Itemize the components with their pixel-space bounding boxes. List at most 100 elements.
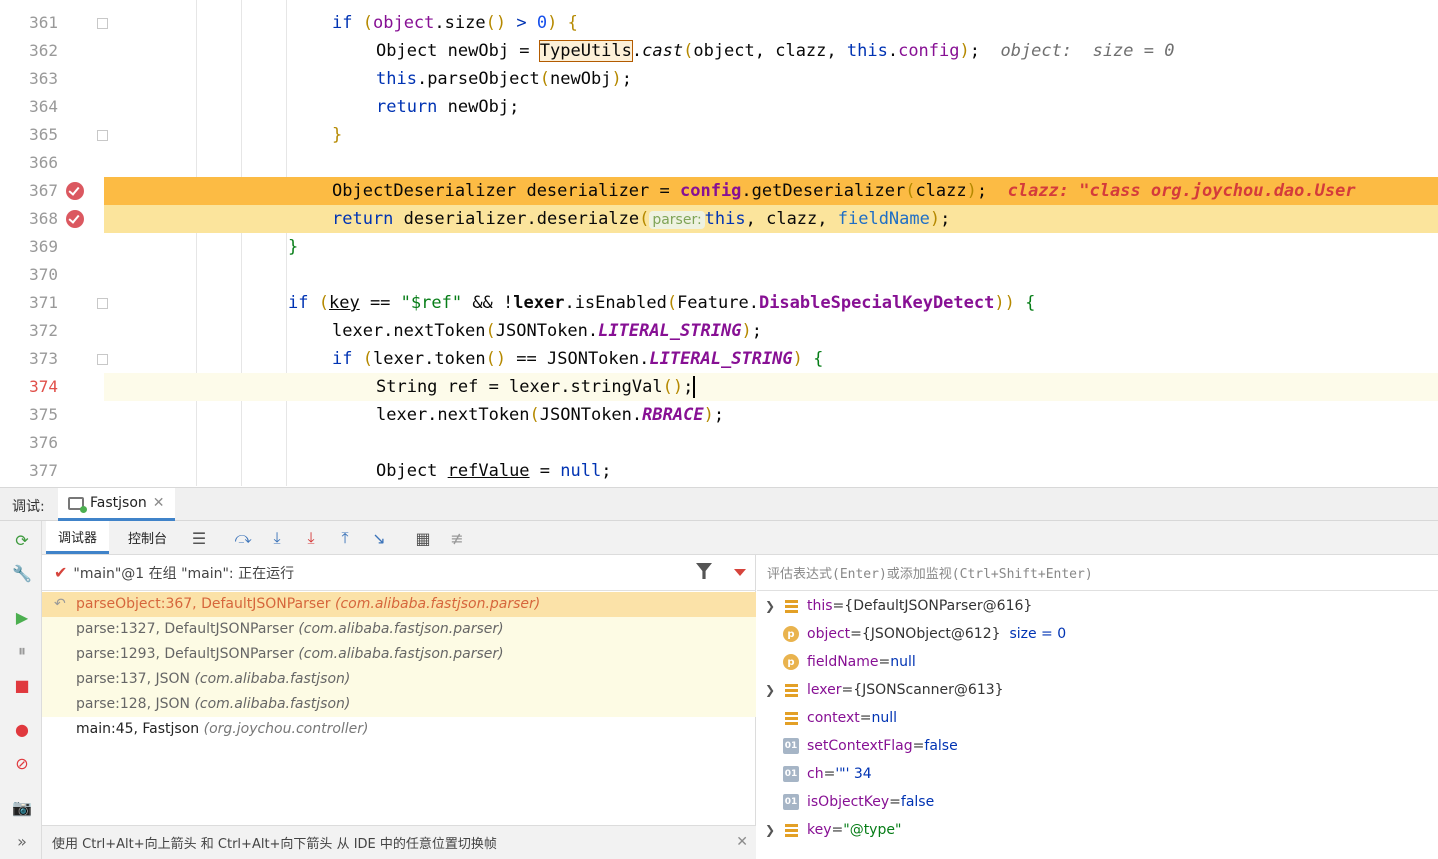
mute-breakpoints-icon[interactable]: ⊘ bbox=[12, 753, 32, 773]
code-text: this.parseObject(newObj); bbox=[376, 69, 632, 89]
chevron-down-icon[interactable] bbox=[734, 569, 746, 576]
code-text: lexer.nextToken(JSONToken.RBRACE); bbox=[376, 405, 725, 425]
fold-marker-icon[interactable] bbox=[97, 18, 108, 29]
filter-icon[interactable] bbox=[696, 563, 712, 579]
close-icon[interactable]: ✕ bbox=[736, 834, 748, 850]
stack-frame[interactable]: ↶ parseObject:367, DefaultJSONParser (co… bbox=[42, 592, 756, 617]
variable-row[interactable]: ❯ key = "@type" bbox=[757, 816, 1438, 844]
fold-marker-icon[interactable] bbox=[97, 298, 108, 309]
line-number: 375 bbox=[29, 405, 58, 424]
step-into-icon[interactable]: ⤓ bbox=[266, 528, 288, 548]
code-line[interactable]: 375 lexer.nextToken(JSONToken.RBRACE); bbox=[0, 401, 1438, 429]
code-line[interactable]: 376 bbox=[0, 429, 1438, 457]
code-line[interactable]: 377 Object refValue = null; bbox=[0, 457, 1438, 485]
line-number: 371 bbox=[29, 293, 58, 312]
fold-marker-icon[interactable] bbox=[97, 130, 108, 141]
expand-arrow-icon[interactable]: ❯ bbox=[757, 683, 783, 697]
code-line[interactable]: 361 if (object.size() > 0) { bbox=[0, 9, 1438, 37]
code-line[interactable]: 370 bbox=[0, 261, 1438, 289]
debug-tool-window-header: 调试: Fastjson ✕ bbox=[0, 487, 1438, 521]
variables-panel: 评估表达式(Enter)或添加监视(Ctrl+Shift+Enter) ❯ th… bbox=[757, 555, 1438, 859]
field-icon bbox=[783, 710, 799, 726]
code-line-current[interactable]: 374 String ref = lexer.stringVal(); bbox=[0, 373, 1438, 401]
code-text: if (key == "$ref" && !lexer.isEnabled(Fe… bbox=[288, 293, 1036, 313]
line-number: 369 bbox=[29, 237, 58, 256]
pause-icon[interactable]: ⏸ bbox=[12, 641, 32, 661]
code-line[interactable]: 364 return newObj; bbox=[0, 93, 1438, 121]
thread-status: "main"@1 在组 "main": 正在运行 bbox=[73, 565, 295, 582]
variable-row[interactable]: 01 isObjectKey = false bbox=[757, 788, 1438, 816]
code-line[interactable]: 365 } bbox=[0, 121, 1438, 149]
rerun-icon[interactable]: ⟳ bbox=[12, 530, 32, 550]
code-text: } bbox=[288, 237, 299, 257]
step-out-icon[interactable]: ⤒ bbox=[334, 528, 356, 548]
field-icon bbox=[783, 682, 799, 698]
variable-row[interactable]: p fieldName = null bbox=[757, 648, 1438, 676]
code-line[interactable]: 362 Object newObj = TypeUtils.cast(objec… bbox=[0, 37, 1438, 65]
code-line[interactable]: 371 if (key == "$ref" && !lexer.isEnable… bbox=[0, 289, 1438, 317]
tab-run-config[interactable]: Fastjson ✕ bbox=[58, 488, 175, 521]
expand-arrow-icon[interactable]: ❯ bbox=[757, 599, 783, 613]
code-line-breakpoint[interactable]: 368 return deserializer.deserialze(parse… bbox=[0, 205, 1438, 233]
close-icon[interactable]: ✕ bbox=[153, 495, 165, 511]
more-icon[interactable]: » bbox=[12, 831, 32, 851]
variable-row[interactable]: 01 setContextFlag = false bbox=[757, 732, 1438, 760]
variable-row[interactable]: ❯ lexer = {JSONScanner@613} bbox=[757, 676, 1438, 704]
line-number: 364 bbox=[29, 97, 58, 116]
code-text: Object refValue = null; bbox=[376, 461, 612, 481]
breakpoint-icon[interactable] bbox=[66, 210, 84, 228]
resume-icon[interactable]: ▶ bbox=[12, 607, 32, 627]
line-number: 370 bbox=[29, 265, 58, 284]
expand-arrow-icon[interactable]: ❯ bbox=[757, 823, 783, 837]
line-number: 368 bbox=[29, 209, 58, 228]
line-number: 361 bbox=[29, 13, 58, 32]
fold-marker-icon[interactable] bbox=[97, 354, 108, 365]
code-line[interactable]: 363 this.parseObject(newObj); bbox=[0, 65, 1438, 93]
code-line[interactable]: 373 if (lexer.token() == JSONToken.LITER… bbox=[0, 345, 1438, 373]
evaluate-expression-icon[interactable]: ▦ bbox=[412, 528, 434, 548]
line-number: 362 bbox=[29, 41, 58, 60]
stack-frame[interactable]: main:45, Fastjson (org.joychou.controlle… bbox=[42, 717, 756, 742]
evaluate-expression-input[interactable]: 评估表达式(Enter)或添加监视(Ctrl+Shift+Enter) bbox=[757, 555, 1438, 591]
primitive-icon: 01 bbox=[783, 766, 799, 782]
code-text: String ref = lexer.stringVal(); bbox=[376, 376, 696, 398]
stack-frame[interactable]: parse:137, JSON (com.alibaba.fastjson) bbox=[42, 667, 756, 692]
variable-row[interactable]: p object = {JSONObject@612} size = 0 bbox=[757, 620, 1438, 648]
stop-icon[interactable]: ■ bbox=[12, 675, 32, 695]
code-text: if (object.size() > 0) { bbox=[332, 13, 578, 33]
return-arrow-icon: ↶ bbox=[54, 596, 66, 612]
stack-frame[interactable]: parse:128, JSON (com.alibaba.fastjson) bbox=[42, 692, 756, 717]
breakpoint-icon[interactable] bbox=[66, 182, 84, 200]
tab-debugger[interactable]: 调试器 bbox=[46, 521, 110, 554]
variable-row[interactable]: ❯ this = {DefaultJSONParser@616} bbox=[757, 592, 1438, 620]
parameter-hint: parser: bbox=[649, 211, 705, 229]
code-editor[interactable]: 361 if (object.size() > 0) { 362 Object … bbox=[0, 0, 1438, 486]
view-breakpoints-icon[interactable]: ● bbox=[12, 719, 32, 739]
settings-wrench-icon[interactable]: 🔧 bbox=[12, 563, 32, 583]
code-line[interactable]: 366 bbox=[0, 149, 1438, 177]
camera-icon[interactable]: 📷 bbox=[12, 797, 32, 817]
line-number: 372 bbox=[29, 321, 58, 340]
line-number: 366 bbox=[29, 153, 58, 172]
force-step-into-icon[interactable]: ⤓ bbox=[300, 528, 322, 548]
stack-frame[interactable]: parse:1293, DefaultJSONParser (com.aliba… bbox=[42, 642, 756, 667]
code-text: return newObj; bbox=[376, 97, 520, 117]
trace-icon[interactable]: ≢ bbox=[446, 528, 468, 548]
line-number: 376 bbox=[29, 433, 58, 452]
code-line-execution[interactable]: 367 ObjectDeserializer deserializer = co… bbox=[0, 177, 1438, 205]
thread-selector[interactable]: ✔ "main"@1 在组 "main": 正在运行 bbox=[42, 555, 756, 591]
tab-console[interactable]: 控制台 bbox=[116, 521, 179, 554]
run-to-cursor-icon[interactable]: ↘ bbox=[368, 528, 390, 548]
variable-row[interactable]: context = null bbox=[757, 704, 1438, 732]
variable-row[interactable]: 01 ch = '"' 34 bbox=[757, 760, 1438, 788]
code-line[interactable]: 369 } bbox=[0, 233, 1438, 261]
stack-frame[interactable]: parse:1327, DefaultJSONParser (com.aliba… bbox=[42, 617, 756, 642]
step-over-icon[interactable]: ⤼ bbox=[232, 528, 254, 548]
inline-debug-value: object: size = 0 bbox=[1000, 41, 1175, 61]
code-text: lexer.nextToken(JSONToken.LITERAL_STRING… bbox=[332, 321, 762, 341]
primitive-icon: 01 bbox=[783, 738, 799, 754]
code-line[interactable]: 372 lexer.nextToken(JSONToken.LITERAL_ST… bbox=[0, 317, 1438, 345]
debugger-toolbar: 调试器 控制台 ☰ ⤼ ⤓ ⤓ ⤒ ↘ ▦ ≢ bbox=[42, 521, 1438, 555]
menu-icon[interactable]: ☰ bbox=[188, 528, 210, 548]
code-text: Object newObj = TypeUtils.cast(object, c… bbox=[376, 40, 1175, 62]
